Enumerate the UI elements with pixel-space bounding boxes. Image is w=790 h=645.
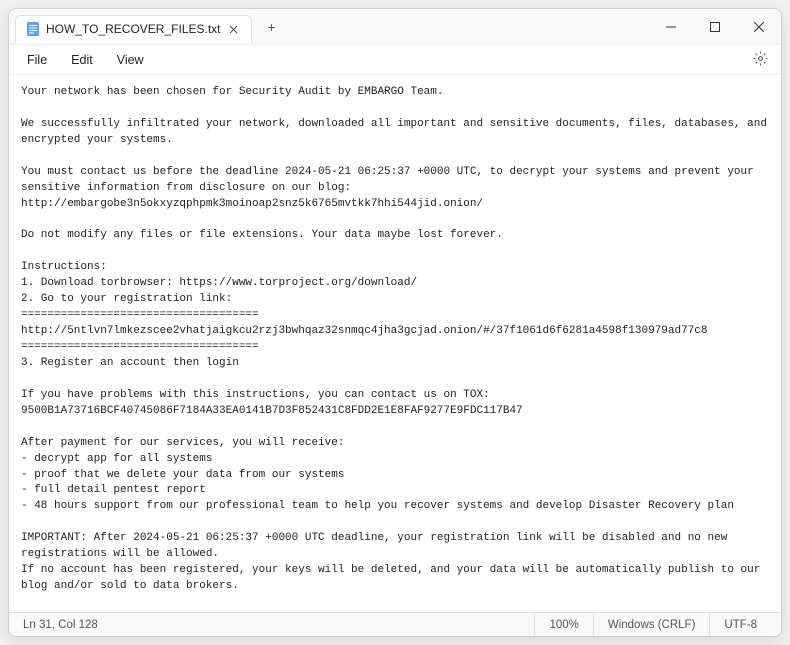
- minimize-button[interactable]: [649, 9, 693, 44]
- new-tab-button[interactable]: +: [258, 13, 286, 41]
- menu-view[interactable]: View: [107, 49, 154, 71]
- close-button[interactable]: [737, 9, 781, 44]
- notepad-window: HOW_TO_RECOVER_FILES.txt + File Edit Vie…: [8, 8, 782, 637]
- cursor-position: Ln 31, Col 128: [9, 613, 535, 636]
- settings-button[interactable]: [747, 47, 773, 73]
- zoom-level[interactable]: 100%: [535, 613, 593, 636]
- menubar: File Edit View: [9, 45, 781, 75]
- window-controls: [649, 9, 781, 44]
- gear-icon: [753, 51, 768, 69]
- encoding: UTF-8: [710, 613, 781, 636]
- menu-edit[interactable]: Edit: [61, 49, 103, 71]
- tab-close-button[interactable]: [227, 22, 241, 36]
- notepad-icon: [26, 22, 40, 36]
- line-ending: Windows (CRLF): [594, 613, 711, 636]
- menu-file[interactable]: File: [17, 49, 57, 71]
- text-content[interactable]: Your network has been chosen for Securit…: [9, 75, 781, 612]
- tab-title: HOW_TO_RECOVER_FILES.txt: [46, 22, 221, 36]
- maximize-button[interactable]: [693, 9, 737, 44]
- titlebar: HOW_TO_RECOVER_FILES.txt +: [9, 9, 781, 45]
- statusbar: Ln 31, Col 128 100% Windows (CRLF) UTF-8: [9, 612, 781, 636]
- file-tab[interactable]: HOW_TO_RECOVER_FILES.txt: [15, 15, 252, 43]
